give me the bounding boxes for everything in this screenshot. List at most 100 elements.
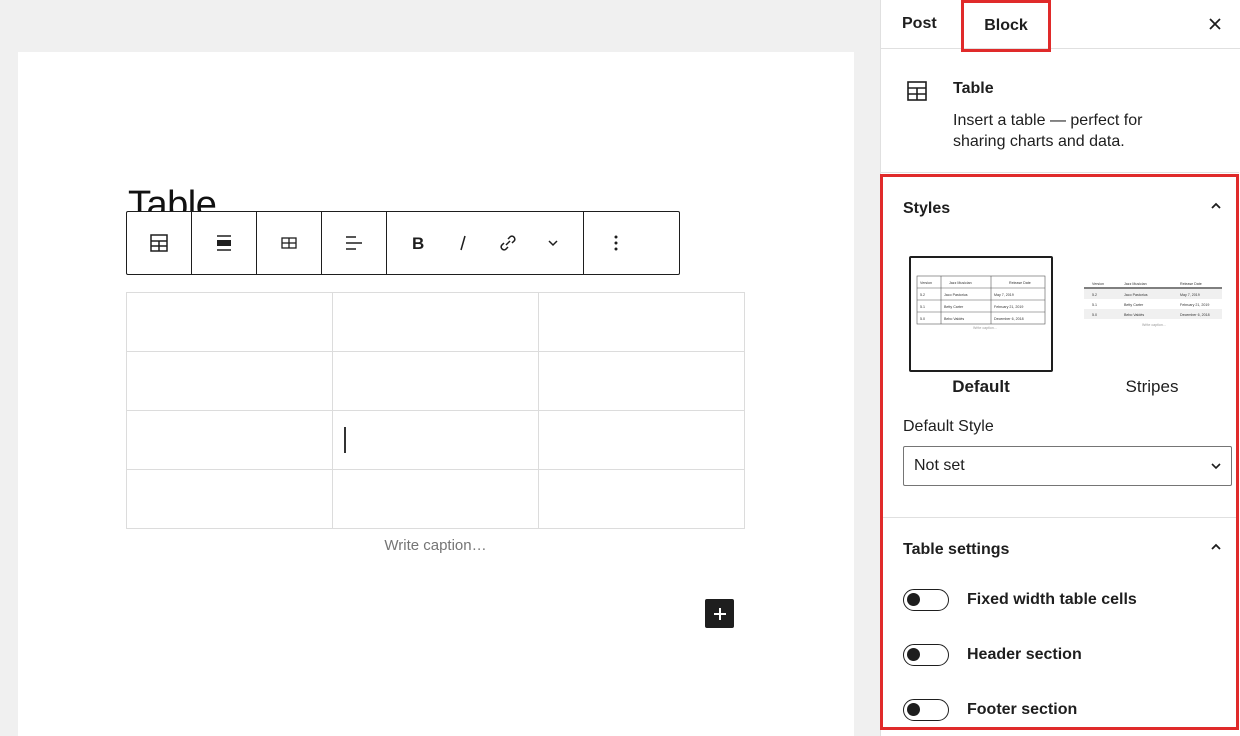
toggle-row-footer-section: Footer section: [903, 699, 1077, 721]
options-icon[interactable]: [584, 212, 648, 274]
table-row: [126, 292, 745, 352]
table-cell[interactable]: [538, 410, 745, 470]
sidebar-tabs: Post Block: [881, 0, 1240, 52]
table-caption[interactable]: Write caption…: [126, 537, 745, 554]
preview-header: Jazz Musician: [949, 281, 972, 285]
table-row: [126, 469, 745, 529]
close-icon: [1209, 18, 1221, 30]
toggle-row-fixed-width: Fixed width table cells: [903, 589, 1137, 611]
preview-cell: May 7, 2019: [1180, 293, 1200, 297]
divider: [881, 172, 1239, 173]
table-cell[interactable]: [126, 469, 333, 529]
divider: [881, 517, 1237, 518]
styles-panel-title[interactable]: Styles: [903, 200, 950, 218]
fixed-width-label: Fixed width table cells: [967, 591, 1137, 608]
table-row: [126, 351, 745, 411]
preview-cell: Jaco Pastorius: [944, 293, 968, 297]
default-style-label: Default Style: [903, 418, 994, 435]
preview-cell: 5.1: [1092, 303, 1097, 307]
tab-block-label: Block: [984, 17, 1028, 34]
table-cell[interactable]: [332, 351, 539, 411]
collapse-table-settings-icon[interactable]: [1208, 539, 1224, 555]
block-card-title: Table: [953, 80, 994, 97]
table-cell[interactable]: [126, 351, 333, 411]
style-label-stripes: Stripes: [1125, 377, 1179, 396]
style-preview-stripes: Version Jazz Musician Release Date 5.2 J…: [1080, 256, 1224, 372]
close-sidebar-button[interactable]: [1204, 13, 1226, 35]
style-option-default[interactable]: Version Jazz Musician Release Date 5.2 J…: [909, 256, 1053, 396]
preview-caption: Write caption…: [973, 326, 998, 330]
style-label-default: Default: [952, 377, 1010, 396]
fixed-width-toggle[interactable]: [903, 589, 949, 611]
preview-cell: Bebo Valdés: [1124, 313, 1144, 317]
table-icon[interactable]: [127, 212, 191, 274]
header-section-toggle[interactable]: [903, 644, 949, 666]
edit-table-icon[interactable]: [257, 212, 321, 274]
italic-icon[interactable]: [440, 212, 485, 274]
table-cell[interactable]: [126, 292, 333, 352]
toggle-knob: [907, 593, 920, 606]
svg-text:B: B: [412, 234, 424, 252]
toolbar-group-format: B: [387, 212, 584, 274]
table-cell[interactable]: [126, 410, 333, 470]
header-section-label: Header section: [967, 646, 1082, 663]
preview-cell: Jaco Pastorius: [1124, 293, 1148, 297]
preview-header: Version: [1092, 282, 1104, 286]
table-cell[interactable]: [332, 469, 539, 529]
preview-cell: Bebo Valdés: [944, 317, 964, 321]
tab-post[interactable]: Post: [902, 15, 937, 33]
preview-header: Release Date: [1180, 282, 1202, 286]
preview-cell: 5.1: [920, 305, 925, 309]
preview-cell: Betty Carter: [1124, 303, 1144, 307]
preview-header: Release Date: [1009, 281, 1031, 285]
table-cell[interactable]: [332, 292, 539, 352]
table-block: [126, 292, 745, 529]
default-style-value: Not set: [914, 457, 965, 474]
collapse-styles-icon[interactable]: [1208, 198, 1224, 214]
footer-section-label: Footer section: [967, 701, 1078, 718]
preview-cell: May 7, 2019: [994, 293, 1014, 297]
more-formatting-chevron-icon[interactable]: [530, 212, 575, 274]
preview-cell: December 6, 2018: [994, 317, 1024, 321]
preview-caption: Write caption…: [1142, 323, 1167, 327]
link-icon[interactable]: [485, 212, 530, 274]
preview-cell: 5.2: [920, 293, 925, 297]
table-settings-panel-title[interactable]: Table settings: [903, 541, 1009, 559]
toolbar-group-block: [127, 212, 192, 274]
default-style-select[interactable]: Not set: [903, 446, 1232, 486]
align-icon[interactable]: [192, 212, 256, 274]
toolbar-group-options: [584, 212, 648, 274]
toolbar-group-align: [192, 212, 257, 274]
preview-cell: December 6, 2018: [1180, 313, 1210, 317]
style-option-stripes[interactable]: Version Jazz Musician Release Date 5.2 J…: [1080, 256, 1224, 396]
table-cell[interactable]: [538, 351, 745, 411]
preview-header: Version: [920, 281, 932, 285]
preview-cell: 5.2: [1092, 293, 1097, 297]
block-toolbar: B: [126, 211, 680, 275]
preview-cell: 5.0: [1092, 313, 1097, 317]
text-align-icon[interactable]: [322, 212, 386, 274]
bold-icon[interactable]: B: [395, 212, 440, 274]
add-block-button[interactable]: [705, 599, 734, 628]
toolbar-group-text-align: [322, 212, 387, 274]
toggle-knob: [907, 648, 920, 661]
toggle-row-header-section: Header section: [903, 644, 1082, 666]
preview-cell: February 21, 2019: [994, 305, 1023, 309]
table-cell[interactable]: [538, 292, 745, 352]
block-card-description: Insert a table — perfect for sharing cha…: [953, 112, 1143, 150]
text-cursor: [344, 427, 346, 453]
preview-cell: 5.0: [920, 317, 925, 321]
toggle-knob: [907, 703, 920, 716]
plus-icon: [713, 607, 726, 620]
preview-header: Jazz Musician: [1124, 282, 1147, 286]
table-row: [126, 410, 745, 470]
chevron-down-icon: [1211, 463, 1221, 470]
tab-block[interactable]: Block: [961, 0, 1051, 52]
preview-cell: Betty Carter: [944, 305, 964, 309]
preview-cell: February 21, 2019: [1180, 303, 1209, 307]
style-preview-default: Version Jazz Musician Release Date 5.2 J…: [909, 256, 1053, 372]
table-cell[interactable]: [538, 469, 745, 529]
table-cell-active[interactable]: [332, 410, 539, 470]
footer-section-toggle[interactable]: [903, 699, 949, 721]
toolbar-group-edit-table: [257, 212, 322, 274]
